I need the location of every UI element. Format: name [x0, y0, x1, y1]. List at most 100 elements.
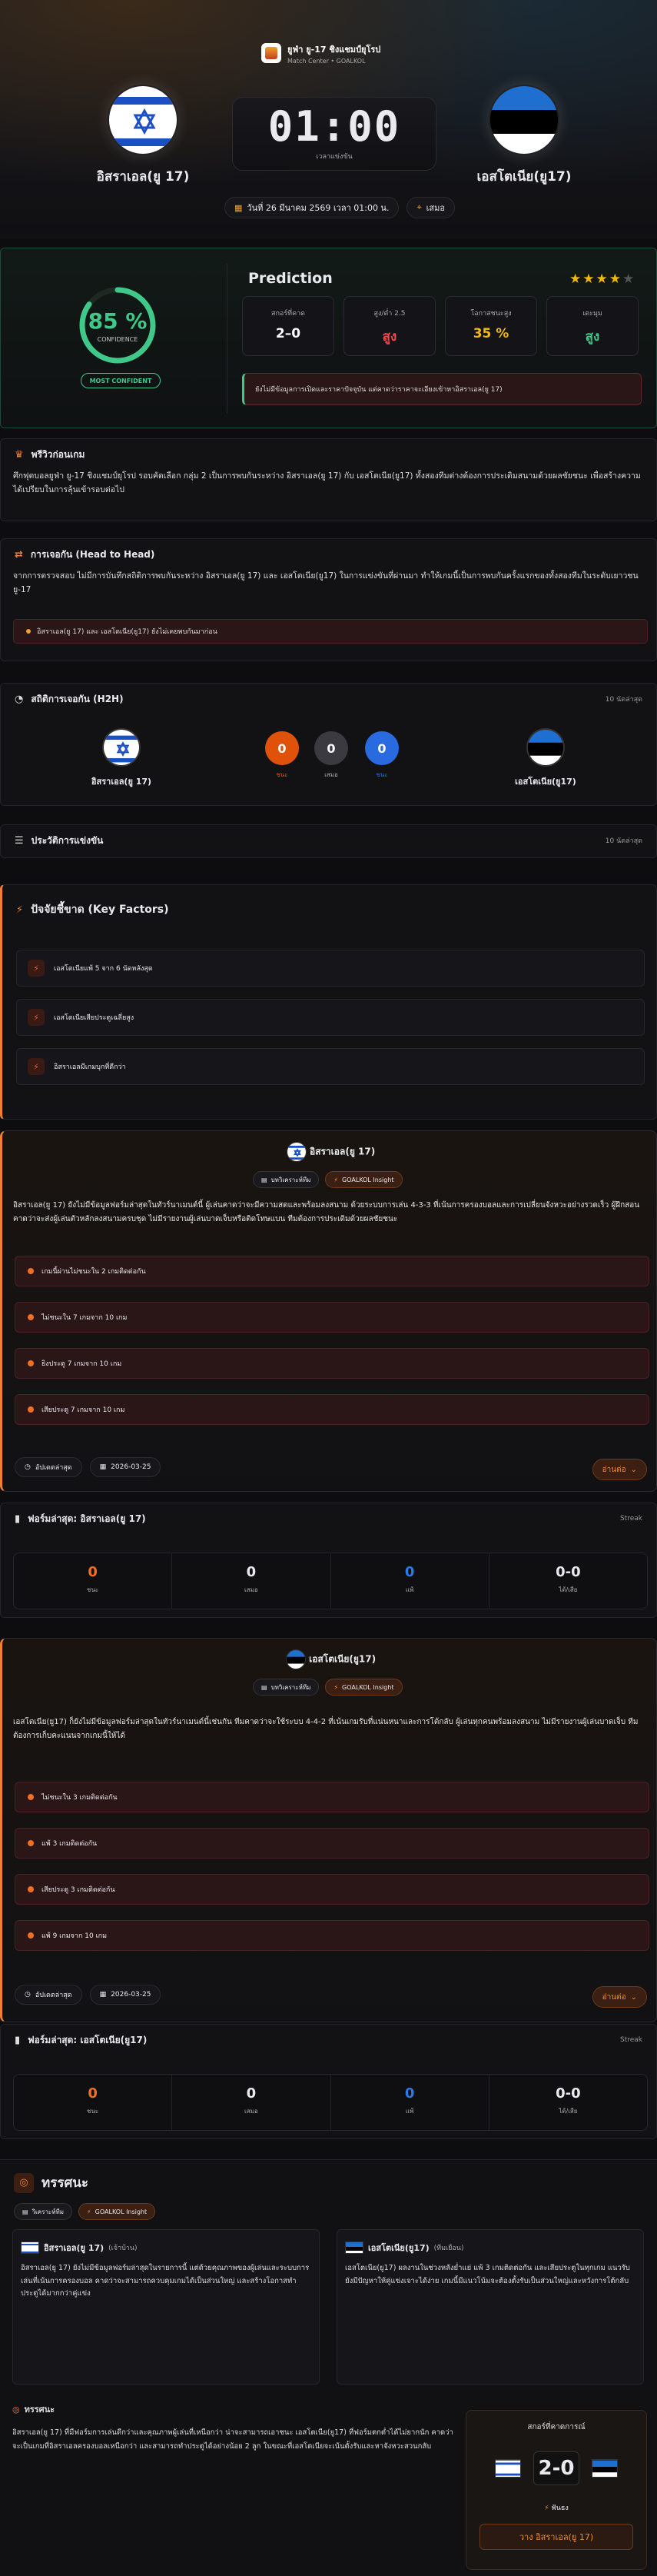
verdict-title: ทรรศนะ [41, 2175, 89, 2191]
history-title: ประวัติการแข่งขัน [31, 834, 104, 846]
place-bet-button[interactable]: วาง อิสราเอล(ยู 17) [479, 2524, 633, 2550]
form-item: แพ้ 3 เกมติดต่อกัน [15, 1828, 649, 1859]
h2h-card: ⇄ การเจอกัน (Head to Head) จากการตรวจสอบ … [0, 538, 657, 661]
away-streak-stats: 0 ชนะ 0 เสมอ 0 แพ้ 0-0 ได้/เสีย [13, 2074, 648, 2131]
bullet-icon [28, 1794, 34, 1800]
calendar-icon: ▦ [99, 1463, 107, 1471]
calendar-icon: ▦ [234, 202, 243, 213]
away-team[interactable]: เอสโตเนีย(ยู17) [447, 85, 601, 187]
preview-title: พรีวิวก่อนเกม [31, 448, 85, 460]
confidence-tag: ⚡ ฟันธง [544, 2504, 569, 2512]
clock-icon: ◷ [25, 1463, 31, 1471]
tag-analysis[interactable]: ▤ วิเคราะห์ทีม [14, 2203, 73, 2220]
star-icon: ★ [622, 271, 636, 287]
estonia-flag-icon [285, 1649, 306, 1669]
h2h-win-label: ชนะ [276, 771, 288, 778]
stats-icon: ◔ [15, 693, 24, 705]
streak-label: Streak [619, 2036, 642, 2044]
match-page: ยูฟ่า ยู-17 ชิงแชมป์ยุโรป Match Center •… [0, 0, 657, 2576]
lightning-icon: ⚡ [28, 1058, 45, 1075]
tag-insight[interactable]: ⚡ GOALKOL Insight [325, 1171, 403, 1188]
history-card[interactable]: ☰ ประวัติการแข่งขัน 10 นัดล่าสุด [0, 824, 657, 858]
league-logo-icon [261, 43, 281, 63]
streak-label: Streak [619, 1515, 642, 1523]
home-streak-card: ▮ ฟอร์มล่าสุด: อิสราเอล(ยู 17) Streak 0 ชนะ… [0, 1503, 657, 1618]
preview-text: ศึกฟุตบอลยูฟ่า ยู-17 ชิงแชมป์ยุโรป รอบคั… [13, 471, 641, 494]
lightning-icon: ⚡ [333, 1176, 339, 1183]
form-item: แพ้ 9 เกมจาก 10 เกม [15, 1920, 649, 1951]
confidence-value: 85 % [88, 308, 148, 334]
away-streak-card: ▮ ฟอร์มล่าสุด: เอสโตเนีย(ยู17) Streak 0 ชนะ… [0, 2024, 657, 2139]
confidence-ring: 85 % CONFIDENCE [78, 285, 158, 365]
away-verdict-box: เอสโตเนีย(ยู17) (ทีมเยือน) เอสโตเนีย(ยู17… [337, 2229, 644, 2385]
read-more-button[interactable]: อ่านต่อ ⌄ [592, 1459, 647, 1480]
chevron-down-icon: ⌄ [630, 1465, 637, 1474]
key-factors-title: ปัจจัยชี้ขาด (Key Factors) [31, 904, 169, 916]
streak-win: 0 [88, 2085, 98, 2102]
prediction-card: 85 % CONFIDENCE MOST CONFIDENT Predictio… [0, 248, 657, 428]
verdict-summary-text: อิสราเอล(ยู 17) ที่มีฟอร์มการเล่นดีกว่าแ… [12, 2428, 453, 2451]
prediction-title: Prediction [248, 270, 333, 287]
read-more-button[interactable]: อ่านต่อ ⌄ [592, 1986, 647, 2008]
key-factor-item: ⚡ เอสโตเนียเสียประตูเฉลี่ยสูง [16, 999, 645, 1036]
kickoff-time-box: 01:00 เวลาแข่งขัน [232, 97, 436, 171]
away-streak-title: ฟอร์มล่าสุด: เอสโตเนีย(ยู17) [28, 2034, 148, 2045]
h2h-stats-range: 10 นัดล่าสุด [605, 696, 642, 704]
confidence-label: CONFIDENCE [97, 336, 138, 343]
lightning-icon: ⚡ [28, 1009, 45, 1026]
away-analysis-header: เอสโตเนีย(ยู17) [2, 1649, 657, 1669]
verdict-summary: ◎ ทรรศนะ อิสราเอล(ยู 17) ที่มีฟอร์มการเล่… [12, 2402, 458, 2571]
away-analysis-name: เอสโตเนีย(ยู17) [309, 1653, 377, 1665]
home-analysis-name: อิสราเอล(ยู 17) [309, 1146, 376, 1157]
h2h-home: อิสราเอล(ยู 17) [56, 728, 187, 788]
location-pin-icon: ⌖ [416, 202, 422, 212]
match-hero: ยูฟ่า ยู-17 ชิงแชมป์ยุโรป Match Center •… [0, 0, 657, 238]
lightning-icon: ⚡ [87, 2208, 91, 2215]
tag-insight[interactable]: ⚡ GOALKOL Insight [78, 2203, 156, 2220]
home-analysis-text: อิสราเอล(ยู 17) ยังไม่มีข้อมูลฟอร์มล่าสุ… [13, 1201, 640, 1223]
home-team[interactable]: อิสราเอล(ยู 17) [66, 85, 220, 187]
league-badge[interactable]: ยูฟ่า ยู-17 ชิงแชมป์ยุโรป Match Center •… [261, 38, 396, 68]
h2h-home-wins: 0 [265, 731, 299, 765]
away-analysis-card: เอสโตเนีย(ยู17) ▤ บทวิเคราะห์ทีม ⚡ GOALKOL… [0, 1638, 657, 2022]
verdict-header: ◎ ทรรศนะ [14, 2172, 88, 2193]
document-icon: ▤ [22, 2208, 28, 2215]
h2h-away-wins: 0 [365, 731, 399, 765]
h2h-stats-title: สถิติการเจอกัน (H2H) [31, 693, 124, 704]
streak-goals: 0-0 [556, 2085, 581, 2102]
date-pill: ▦ วันที่ 26 มีนาคม 2569 เวลา 01:00 น. [224, 197, 400, 218]
streak-draw: 0 [246, 1564, 257, 1580]
star-icon: ★ [596, 271, 609, 287]
tag-insight[interactable]: ⚡ GOALKOL Insight [325, 1679, 403, 1696]
home-streak-stats: 0 ชนะ 0 เสมอ 0 แพ้ 0-0 ได้/เสีย [13, 1553, 648, 1609]
streak-goals: 0-0 [556, 1564, 581, 1580]
prediction-stat: เตะมุม สูง [546, 296, 639, 356]
tag-team-analysis[interactable]: ▤ บทวิเคราะห์ทีม [253, 1679, 320, 1696]
tag-team-analysis[interactable]: ▤ บทวิเคราะห์ทีม [253, 1171, 320, 1188]
israel-flag-icon [102, 728, 141, 767]
lightning-icon: ⚡ [333, 1683, 339, 1691]
streak-draw: 0 [246, 2085, 257, 2102]
kickoff-time: 01:00 [267, 102, 401, 151]
israel-flag-icon [286, 1142, 307, 1162]
estonia-flag-icon [489, 85, 559, 155]
streak-loss: 0 [404, 1564, 415, 1580]
chevron-down-icon: ⌄ [630, 1992, 637, 2002]
form-item: เสียประตู 7 เกมจาก 10 เกม [15, 1394, 649, 1425]
clock-icon: ◷ [25, 1991, 31, 1999]
key-factor-item: ⚡ เอสโตเนียแพ้ 5 จาก 6 นัดหลังสุด [16, 950, 645, 987]
updated-label-pill: ◷ อัปเดตล่าสุด [15, 1457, 82, 1477]
most-confident-badge: MOST CONFIDENT [81, 373, 161, 388]
form-item: ไม่ชนะใน 7 เกมจาก 10 เกม [15, 1302, 649, 1333]
handshake-icon: ⇄ [15, 548, 23, 561]
venue-pill: ⌖ เสมอ [406, 197, 455, 218]
star-icon: ★ [582, 271, 596, 287]
prediction-stat: สกอร์ที่คาด 2–0 [242, 296, 334, 356]
predicted-score-box: สกอร์ที่คาดการณ์ 2-0 ⚡ ฟันธง วาง อิสราเอ… [466, 2410, 647, 2570]
h2h-draws: 0 [314, 731, 348, 765]
israel-flag-icon [21, 2242, 39, 2254]
binoculars-icon: ◎ [14, 2172, 34, 2193]
away-team-name: เอสโตเนีย(ยู17) [476, 169, 572, 185]
league-name: ยูฟ่า ยู-17 ชิงแชมป์ยุโรป [287, 44, 381, 55]
h2h-item: อิสราเอล(ยู 17) และ เอสโตเนีย(ยู17) ยังไ… [13, 619, 648, 644]
